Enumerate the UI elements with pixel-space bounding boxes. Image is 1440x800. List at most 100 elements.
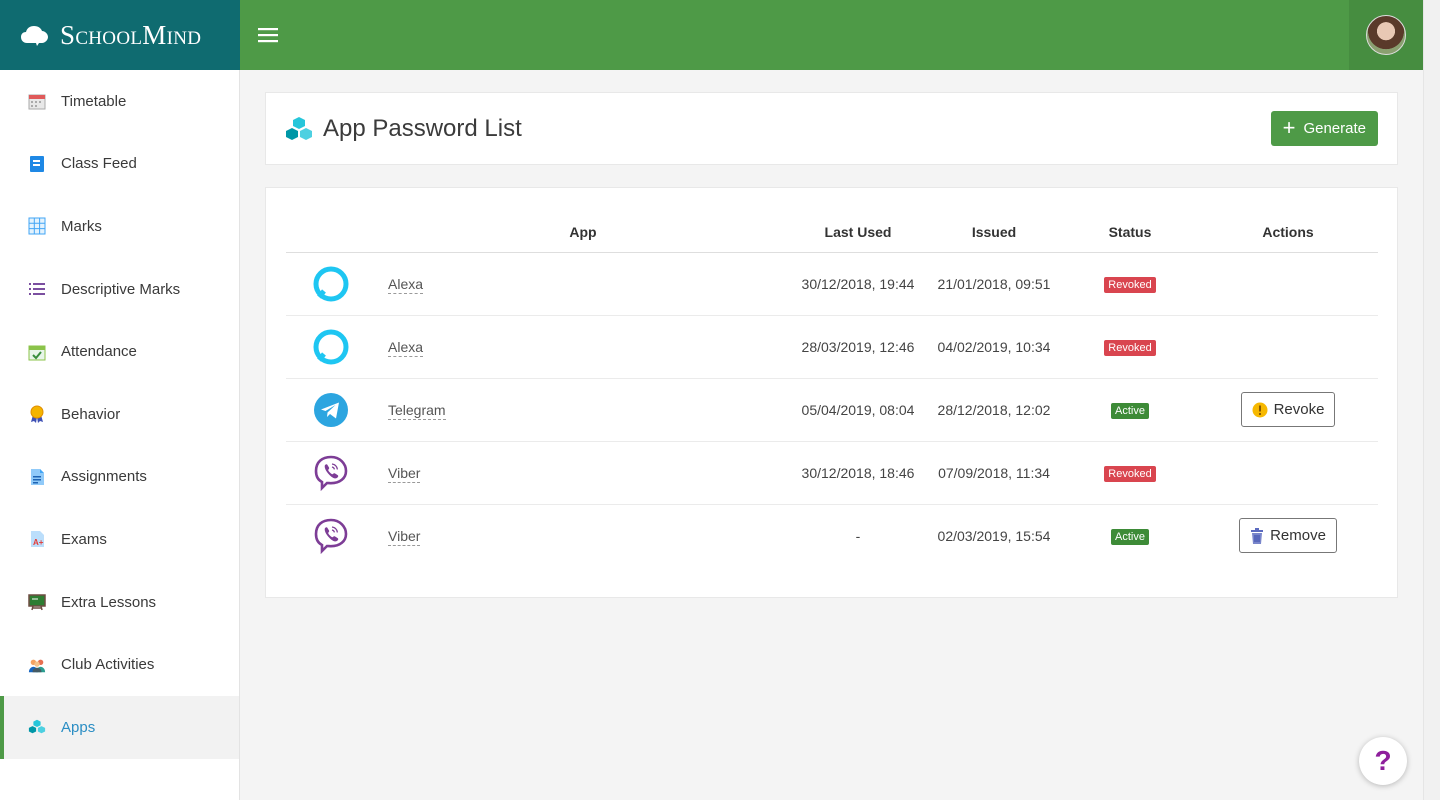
viber-icon — [314, 518, 348, 554]
sidebar-item-club-activities[interactable]: Club Activities — [0, 633, 239, 696]
notebook-icon — [28, 155, 46, 173]
help-button[interactable]: ? — [1359, 737, 1407, 785]
brand-name: SchoolMind — [60, 19, 202, 50]
sidebar-item-descriptive-marks[interactable]: Descriptive Marks — [0, 258, 239, 321]
sidebar-item-label: Attendance — [61, 343, 137, 361]
brain-cloud-icon — [21, 26, 48, 46]
column-header-app: App — [376, 213, 790, 253]
sidebar-item-label: Descriptive Marks — [61, 280, 181, 298]
brand-logo[interactable]: SchoolMind — [0, 0, 240, 70]
status-badge: Active — [1111, 402, 1149, 419]
exam-grade-icon: A+ — [28, 530, 46, 548]
issued-cell: 28/12/2018, 12:02 — [926, 378, 1062, 442]
table-row: Viber - 02/03/2019, 15:54 Active Remove — [286, 504, 1378, 567]
viber-icon — [314, 455, 348, 491]
sidebar-item-label: Exams — [61, 530, 107, 548]
issued-cell: 02/03/2019, 15:54 — [937, 527, 1051, 544]
last-used-cell: 30/12/2018, 18:46 — [790, 441, 926, 505]
remove-button-label: Remove — [1270, 527, 1326, 545]
calendar-icon — [28, 92, 46, 110]
blackboard-icon — [28, 593, 46, 611]
table-header-row: App Last Used Issued Status Actions — [286, 213, 1378, 253]
top-bar: SchoolMind — [0, 0, 1423, 70]
table-row: Alexa 30/12/2018, 19:44 21/01/2018, 09:5… — [286, 252, 1378, 316]
document-icon — [28, 468, 46, 486]
remove-button[interactable]: Remove — [1239, 518, 1337, 554]
sidebar-item-timetable[interactable]: Timetable — [0, 70, 239, 133]
app-name-link[interactable]: Viber — [388, 464, 421, 483]
sidebar-item-attendance[interactable]: Attendance — [0, 320, 239, 383]
app-password-table: App Last Used Issued Status Actions Alex… — [286, 213, 1378, 567]
group-icon — [28, 656, 46, 674]
last-used-cell: - — [855, 527, 861, 544]
page-header: App Password List + Generate — [265, 92, 1398, 165]
sidebar-item-class-feed[interactable]: Class Feed — [0, 133, 239, 196]
column-header-last-used: Last Used — [790, 213, 926, 253]
sidebar-item-apps[interactable]: Apps — [0, 695, 239, 759]
actions-cell — [1198, 315, 1378, 379]
column-header-icon — [286, 213, 376, 253]
status-badge: Revoked — [1104, 339, 1156, 356]
actions-cell — [1198, 441, 1378, 505]
page-scrollbar[interactable] — [1423, 0, 1440, 800]
sidebar-item-extra-lessons[interactable]: Extra Lessons — [0, 571, 239, 634]
generate-button-label: Generate — [1303, 120, 1366, 137]
question-mark-icon: ? — [1374, 745, 1392, 776]
sidebar-item-label: Class Feed — [61, 155, 137, 173]
app-name-link[interactable]: Viber — [388, 527, 421, 546]
column-header-status: Status — [1062, 213, 1198, 253]
app-password-table-card: App Last Used Issued Status Actions Alex… — [265, 187, 1398, 598]
revoke-button-label: Revoke — [1273, 401, 1325, 418]
sidebar-item-label: Apps — [61, 718, 96, 736]
last-used-cell: 30/12/2018, 19:44 — [790, 252, 926, 316]
revoke-button[interactable]: Revoke — [1240, 392, 1336, 427]
last-used-cell: 05/04/2019, 08:04 — [790, 378, 926, 442]
sidebar-item-label: Marks — [61, 217, 102, 235]
app-name-link[interactable]: Telegram — [388, 401, 446, 420]
column-header-actions: Actions — [1198, 213, 1378, 253]
app-name-link[interactable]: Alexa — [388, 275, 424, 294]
hamburger-icon — [258, 28, 278, 43]
app-name-link[interactable]: Alexa — [388, 338, 424, 357]
alexa-icon — [313, 329, 349, 364]
telegram-icon — [314, 392, 348, 427]
issued-cell: 21/01/2018, 09:51 — [926, 252, 1062, 316]
cubes-icon — [28, 718, 46, 736]
sidebar-item-exams[interactable]: A+ Exams — [0, 508, 239, 571]
sidebar-item-marks[interactable]: Marks — [0, 195, 239, 258]
sidebar-item-label: Extra Lessons — [61, 593, 157, 611]
generate-button[interactable]: + Generate — [1270, 111, 1378, 146]
sidebar-item-assignments[interactable]: Assignments — [0, 446, 239, 509]
column-header-issued: Issued — [926, 213, 1062, 253]
sidebar: Timetable Class Feed Marks Descriptive M… — [0, 70, 240, 800]
actions-cell — [1198, 252, 1378, 316]
table-row: Viber 30/12/2018, 18:46 07/09/2018, 11:3… — [286, 441, 1378, 505]
page-title: App Password List — [323, 114, 522, 142]
issued-cell: 07/09/2018, 11:34 — [926, 441, 1062, 505]
warning-icon — [1252, 402, 1268, 417]
status-badge: Revoked — [1104, 465, 1156, 482]
calendar-check-icon — [28, 343, 46, 361]
issued-cell: 04/02/2019, 10:34 — [926, 315, 1062, 379]
table-row: Telegram 05/04/2019, 08:04 28/12/2018, 1… — [286, 378, 1378, 442]
list-icon — [28, 280, 46, 298]
table-row: Alexa 28/03/2019, 12:46 04/02/2019, 10:3… — [286, 315, 1378, 379]
sidebar-item-behavior[interactable]: Behavior — [0, 383, 239, 446]
sidebar-item-label: Behavior — [61, 405, 121, 423]
user-avatar — [1366, 15, 1406, 55]
svg-text:A+: A+ — [33, 538, 44, 547]
grid-icon — [28, 217, 46, 235]
sidebar-item-label: Club Activities — [61, 656, 155, 674]
menu-toggle-button[interactable] — [240, 0, 296, 70]
plus-icon: + — [1282, 114, 1296, 140]
cubes-icon — [286, 116, 312, 140]
trash-icon — [1251, 527, 1264, 544]
alexa-icon — [313, 266, 349, 301]
last-used-cell: 28/03/2019, 12:46 — [790, 315, 926, 379]
sidebar-item-label: Timetable — [61, 92, 127, 110]
sidebar-item-label: Assignments — [61, 468, 147, 486]
status-badge: Active — [1111, 528, 1149, 545]
user-menu-button[interactable] — [1349, 0, 1423, 70]
medal-icon — [28, 405, 46, 424]
status-badge: Revoked — [1104, 276, 1156, 293]
